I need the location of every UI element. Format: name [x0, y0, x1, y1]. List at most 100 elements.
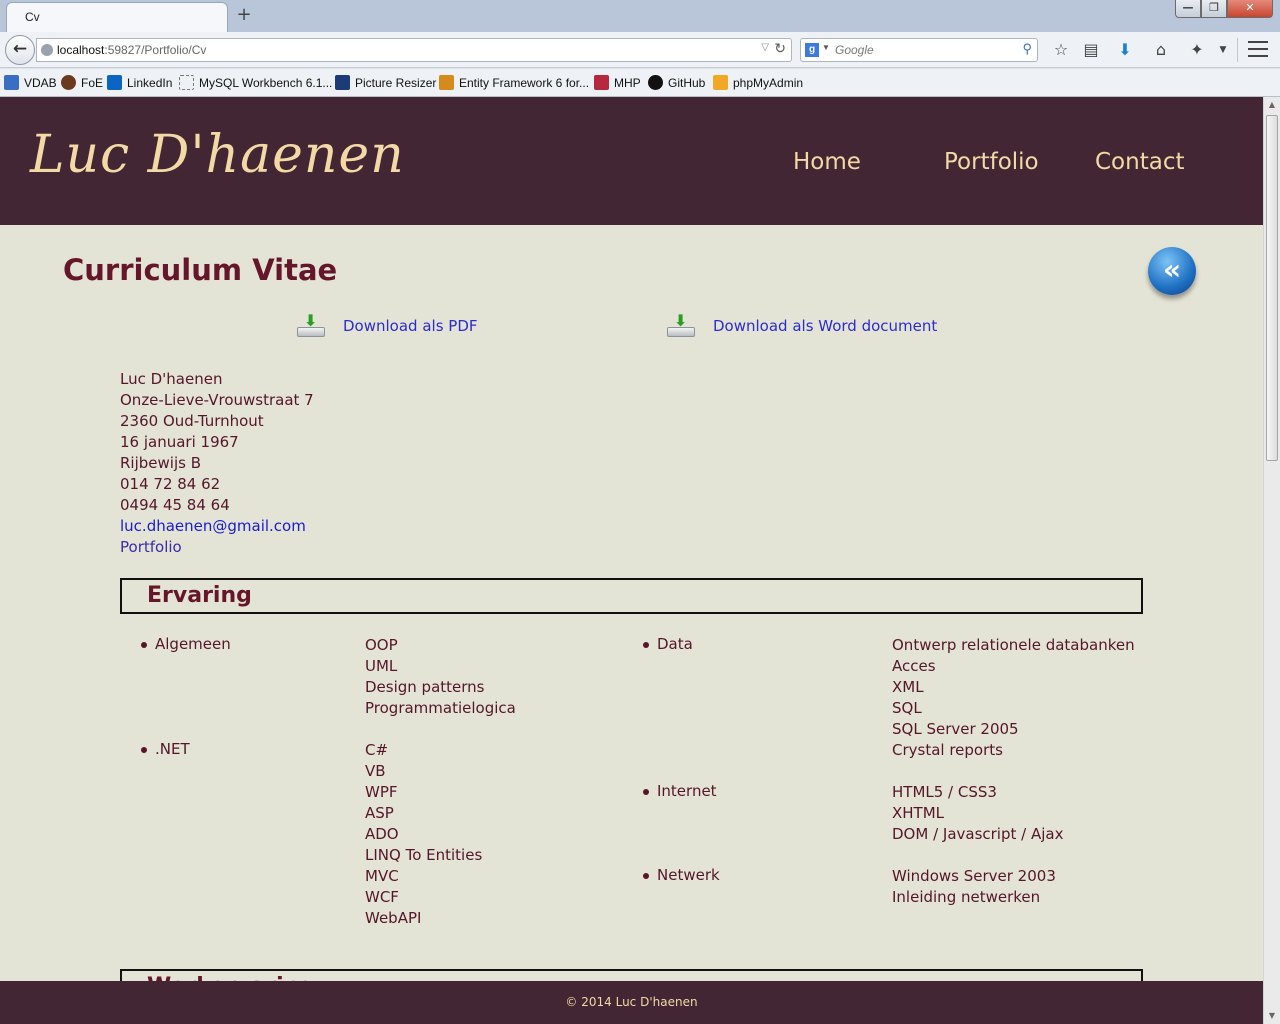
site-footer: © 2014 Luc D'haenen — [0, 981, 1263, 1024]
entity-framework-icon — [439, 75, 454, 90]
bookmark-mysql-workbench[interactable]: MySQL Workbench 6.1... — [199, 76, 332, 90]
section-title: Ervaring — [147, 583, 252, 608]
contact-name: Luc D'haenen — [120, 370, 223, 388]
toolbar-separator — [1237, 38, 1238, 62]
search-placeholder: Google — [835, 43, 874, 57]
url-dropdown-icon[interactable]: ▽ — [761, 42, 769, 53]
bookmark-github[interactable]: GitHub — [668, 76, 705, 90]
addon-icon[interactable]: ✦ — [1186, 40, 1208, 60]
experience-item: UML — [365, 657, 398, 675]
site-header: Luc D'haenen Home Portfolio Contact — [0, 97, 1263, 225]
globe-icon — [41, 44, 53, 56]
scroll-up-icon[interactable]: ▲ — [1264, 97, 1280, 113]
download-icon[interactable]: ⬇ — [1114, 40, 1136, 60]
contact-license: Rijbewijs B — [120, 454, 201, 472]
experience-item: MVC — [365, 867, 399, 885]
bookmark-picture-resizer[interactable]: Picture Resizer — [355, 76, 436, 90]
experience-item: Acces — [892, 657, 936, 675]
contact-city: 2360 Oud-Turnhout — [120, 412, 264, 430]
contact-phone: 014 72 84 62 — [120, 475, 221, 493]
new-tab-button[interactable]: + — [234, 5, 254, 25]
experience-item: WebAPI — [365, 909, 422, 927]
search-input[interactable]: g ▼ Google ⚲ — [800, 38, 1038, 62]
portfolio-link[interactable]: Portfolio — [120, 538, 182, 556]
nav-home[interactable]: Home — [793, 149, 861, 175]
download-drive-icon: ⬇ — [665, 313, 695, 339]
vdab-icon — [4, 75, 19, 90]
experience-item: WCF — [365, 888, 399, 906]
experience-item: Windows Server 2003 — [892, 867, 1056, 885]
experience-item: XHTML — [892, 804, 945, 822]
bookmarks-toolbar: VDAB FoE LinkedIn MySQL Workbench 6.1...… — [0, 69, 1280, 97]
experience-category: .NET — [141, 740, 190, 758]
experience-item: Programmatielogica — [365, 699, 516, 717]
addon-dropdown-icon[interactable]: ▼ — [1212, 40, 1234, 60]
menu-icon[interactable] — [1248, 41, 1268, 57]
tab-cv[interactable]: Cv — [6, 2, 228, 32]
bookmark-entity-framework[interactable]: Entity Framework 6 for... — [459, 76, 589, 90]
reload-icon[interactable]: ↻ — [774, 40, 786, 57]
maximize-button[interactable]: ❐ — [1201, 0, 1227, 18]
site-logo[interactable]: Luc D'haenen — [30, 125, 405, 185]
contact-block: Luc D'haenen Onze-Lieve-Vrouwstraat 7 23… — [120, 369, 314, 558]
url-bar[interactable]: localhost:59827/Portfolio/Cv ▽ ↻ — [36, 38, 792, 62]
experience-items: C# VB WPF ASP ADO LINQ To Entities MVC W… — [365, 740, 482, 929]
back-icon[interactable]: « — [1148, 247, 1196, 295]
experience-item: OOP — [365, 636, 398, 654]
experience-category: Data — [643, 635, 693, 653]
section-ervaring: Ervaring — [120, 578, 1143, 614]
bookmark-vdab[interactable]: VDAB — [24, 76, 57, 90]
bookmark-mhp[interactable]: MHP — [614, 76, 641, 90]
experience-items: OOP UML Design patterns Programmatielogi… — [365, 635, 516, 719]
experience-item: ADO — [365, 825, 399, 843]
contact-birthdate: 16 januari 1967 — [120, 433, 239, 451]
page-viewport: Luc D'haenen Home Portfolio Contact Curr… — [0, 97, 1263, 1024]
experience-category: Internet — [643, 782, 717, 800]
experience-items: Ontwerp relationele databanken Acces XML… — [892, 635, 1135, 761]
experience-category: Netwerk — [643, 866, 720, 884]
url-host: localhost — [57, 43, 105, 57]
experience-item: XML — [892, 678, 924, 696]
close-button[interactable]: ✕ — [1227, 0, 1273, 18]
experience-item: VB — [365, 762, 386, 780]
home-icon[interactable]: ⌂ — [1150, 40, 1172, 60]
page-icon — [179, 75, 194, 90]
experience-item: C# — [365, 741, 389, 759]
download-drive-icon: ⬇ — [295, 313, 325, 339]
scroll-down-icon[interactable]: ▼ — [1264, 1008, 1280, 1024]
minimize-button[interactable]: — — [1175, 0, 1201, 18]
contact-street: Onze-Lieve-Vrouwstraat 7 — [120, 391, 314, 409]
engine-dropdown-icon[interactable]: ▼ — [822, 43, 830, 52]
google-engine-icon[interactable]: g — [805, 43, 819, 57]
scroll-thumb[interactable] — [1266, 115, 1278, 461]
bookmark-star-icon[interactable]: ☆ — [1050, 40, 1072, 60]
download-word-link[interactable]: Download als Word document — [713, 317, 937, 335]
bookmark-linkedin[interactable]: LinkedIn — [127, 76, 172, 90]
reading-list-icon[interactable]: ▤ — [1080, 40, 1102, 60]
search-icon[interactable]: ⚲ — [1022, 41, 1032, 57]
mhp-icon — [594, 75, 609, 90]
nav-portfolio[interactable]: Portfolio — [944, 149, 1039, 175]
back-button[interactable]: ← — [5, 35, 35, 65]
experience-items: Windows Server 2003 Inleiding netwerken — [892, 866, 1056, 908]
experience-item: WPF — [365, 783, 398, 801]
vertical-scrollbar[interactable]: ▲ ▼ — [1263, 97, 1280, 1024]
experience-item: LINQ To Entities — [365, 846, 483, 864]
url-path: :59827/Portfolio/Cv — [104, 43, 207, 57]
email-link[interactable]: luc.dhaenen@gmail.com — [120, 517, 306, 535]
experience-item: HTML5 / CSS3 — [892, 783, 997, 801]
download-pdf-link[interactable]: Download als PDF — [343, 317, 478, 335]
experience-item: SQL — [892, 699, 922, 717]
foe-icon — [61, 75, 76, 90]
linkedin-icon — [107, 75, 122, 90]
experience-item: DOM / Javascript / Ajax — [892, 825, 1064, 843]
experience-item: Crystal reports — [892, 741, 1003, 759]
bookmark-phpmyadmin[interactable]: phpMyAdmin — [733, 76, 803, 90]
tab-title: Cv — [25, 10, 40, 24]
phpmyadmin-icon — [713, 75, 728, 90]
experience-item: SQL Server 2005 — [892, 720, 1019, 738]
github-icon — [648, 75, 663, 90]
nav-contact[interactable]: Contact — [1095, 149, 1184, 175]
experience-item: Design patterns — [365, 678, 485, 696]
bookmark-foe[interactable]: FoE — [81, 76, 103, 90]
